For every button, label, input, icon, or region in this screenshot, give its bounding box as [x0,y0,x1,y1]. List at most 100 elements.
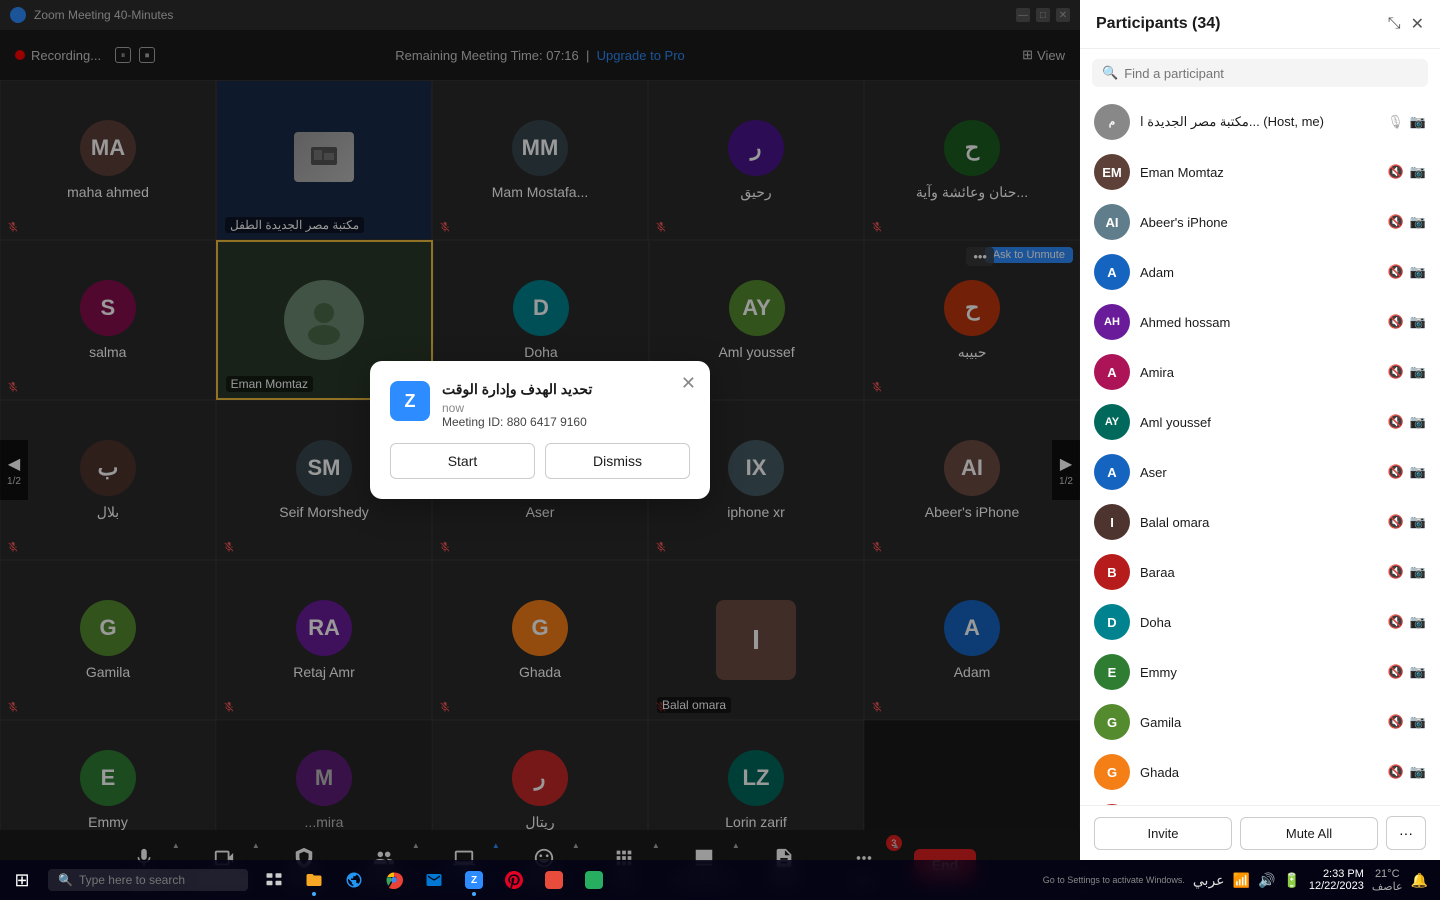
list-item[interactable]: A Adam 🔇 📷 [1080,247,1440,297]
avatar: م [1094,104,1130,140]
taskbar-clock: 2:33 PM 12/22/2023 [1309,868,1364,892]
mic-off-icon: 🔇 [1388,564,1404,580]
video-off-icon: 📷 [1410,664,1426,680]
mic-off-icon: 🔇 [1388,614,1404,630]
video-off-icon: 📷 [1410,614,1426,630]
list-item[interactable]: I Balal omara 🔇 📷 [1080,497,1440,547]
panel-actions[interactable]: ⤡ ✕ [1388,14,1424,34]
app7-button[interactable] [536,862,572,898]
pinterest-button[interactable] [496,862,532,898]
list-item[interactable]: E Emmy 🔇 📷 [1080,647,1440,697]
video-off-icon: 📷 [1410,514,1426,530]
avatar: A [1094,454,1130,490]
windows-taskbar: ⊞ 🔍 Z [0,860,1440,900]
zoom-dialog: ✕ Z تحديد الهدف وإدارة الوقت now Meeting… [370,361,710,499]
edge-button[interactable] [336,862,372,898]
avatar: E [1094,654,1130,690]
file-explorer-button[interactable] [296,862,332,898]
list-item[interactable]: AH Ahmed hossam 🔇 📷 [1080,297,1440,347]
video-off-icon: 📷 [1410,564,1426,580]
video-off-icon: 📷 [1410,314,1426,330]
mic-off-icon: 🔇 [1388,314,1404,330]
dialog-info: تحديد الهدف وإدارة الوقت now Meeting ID:… [442,381,690,429]
taskbar-right: Go to Settings to activate Windows. عربي… [1043,868,1440,893]
dialog-start-button[interactable]: Start [390,443,535,479]
active-dot [312,892,316,896]
list-item[interactable]: D Doha 🔇 📷 [1080,597,1440,647]
video-off-icon: 📷 [1410,214,1426,230]
weather-widget[interactable]: 21°C عاصف [1372,868,1403,893]
dialog-close-button[interactable]: ✕ [681,373,696,394]
dialog-header: Z تحديد الهدف وإدارة الوقت now Meeting I… [390,381,690,429]
list-item[interactable]: م مكتبة مصر الجديدة ا... (Host, me) 🎙 📷 [1080,97,1440,147]
list-item[interactable]: G Ghada 🔇 📷 [1080,747,1440,797]
taskbar-search-icon: 🔍 [58,873,73,887]
mic-off-icon: 🔇 [1388,414,1404,430]
dialog-buttons: Start Dismiss [390,443,690,479]
avatar: G [1094,704,1130,740]
wifi-icon[interactable]: 📶 [1233,872,1250,889]
mic-icon: 🎙 [1387,114,1404,130]
dialog-time: now [442,401,690,415]
panel-more-button[interactable]: ··· [1386,816,1426,850]
search-icon: 🔍 [1102,65,1118,81]
language-icon[interactable]: عربي [1193,872,1225,889]
taskbar-search-box[interactable]: 🔍 [48,869,248,891]
video-off-icon: 📷 [1410,164,1426,180]
avatar: A [1094,354,1130,390]
panel-footer: Invite Mute All ··· [1080,805,1440,860]
mic-off-icon: 🔇 [1388,214,1404,230]
notification-icon[interactable]: 🔔 [1411,872,1428,889]
start-button[interactable]: ⊞ [0,860,44,900]
video-off-icon: 📷 [1410,264,1426,280]
invite-button[interactable]: Invite [1094,817,1232,850]
video-off-icon: 📷 [1410,714,1426,730]
mic-off-icon: 🔇 [1388,164,1404,180]
windows-activate-icon: Go to Settings to activate Windows. [1043,875,1185,885]
battery-icon[interactable]: 🔋 [1283,872,1300,889]
list-item[interactable]: H Habiba 🔇 📷 [1080,797,1440,805]
dialog-title: تحديد الهدف وإدارة الوقت [442,381,690,398]
app8-button[interactable] [576,862,612,898]
dialog-dismiss-button[interactable]: Dismiss [545,443,690,479]
participant-list: م مكتبة مصر الجديدة ا... (Host, me) 🎙 📷 … [1080,97,1440,805]
avatar: A [1094,254,1130,290]
mic-off-icon: 🔇 [1388,514,1404,530]
avatar: AI [1094,204,1130,240]
list-item[interactable]: G Gamila 🔇 📷 [1080,697,1440,747]
list-item[interactable]: AI Abeer's iPhone 🔇 📷 [1080,197,1440,247]
active-dot [472,892,476,896]
mail-button[interactable] [416,862,452,898]
zoom-taskbar-button[interactable]: Z [456,862,492,898]
volume-icon[interactable]: 🔊 [1258,872,1275,889]
zoom-logo: Z [390,381,430,421]
avatar: I [1094,504,1130,540]
participant-search-box[interactable]: 🔍 [1092,59,1428,87]
avatar: D [1094,604,1130,640]
list-item[interactable]: A Aser 🔇 📷 [1080,447,1440,497]
taskview-button[interactable] [256,862,292,898]
avatar: AH [1094,304,1130,340]
list-item[interactable]: EM Eman Momtaz 🔇 📷 [1080,147,1440,197]
avatar: B [1094,554,1130,590]
video-off-icon: 📷 [1410,114,1426,130]
list-item[interactable]: B Baraa 🔇 📷 [1080,547,1440,597]
list-item[interactable]: A Amira 🔇 📷 [1080,347,1440,397]
avatar: EM [1094,154,1130,190]
expand-panel-button[interactable]: ⤡ [1388,14,1401,34]
video-off-icon: 📷 [1410,464,1426,480]
video-off-icon: 📷 [1410,364,1426,380]
taskbar-apps: Z [256,862,612,898]
mute-all-button[interactable]: Mute All [1240,817,1378,850]
taskbar-system-icons: Go to Settings to activate Windows. عربي… [1043,872,1301,889]
mic-off-icon: 🔇 [1388,664,1404,680]
close-panel-button[interactable]: ✕ [1411,14,1424,34]
mic-off-icon: 🔇 [1388,764,1404,780]
participant-search-input[interactable] [1124,66,1418,81]
dialog-overlay: ✕ Z تحديد الهدف وإدارة الوقت now Meeting… [0,0,1080,860]
list-item[interactable]: AY Aml youssef 🔇 📷 [1080,397,1440,447]
panel-title: Participants (34) [1096,15,1221,33]
mic-off-icon: 🔇 [1388,464,1404,480]
taskbar-search-input[interactable] [79,873,219,887]
chrome-button[interactable] [376,862,412,898]
